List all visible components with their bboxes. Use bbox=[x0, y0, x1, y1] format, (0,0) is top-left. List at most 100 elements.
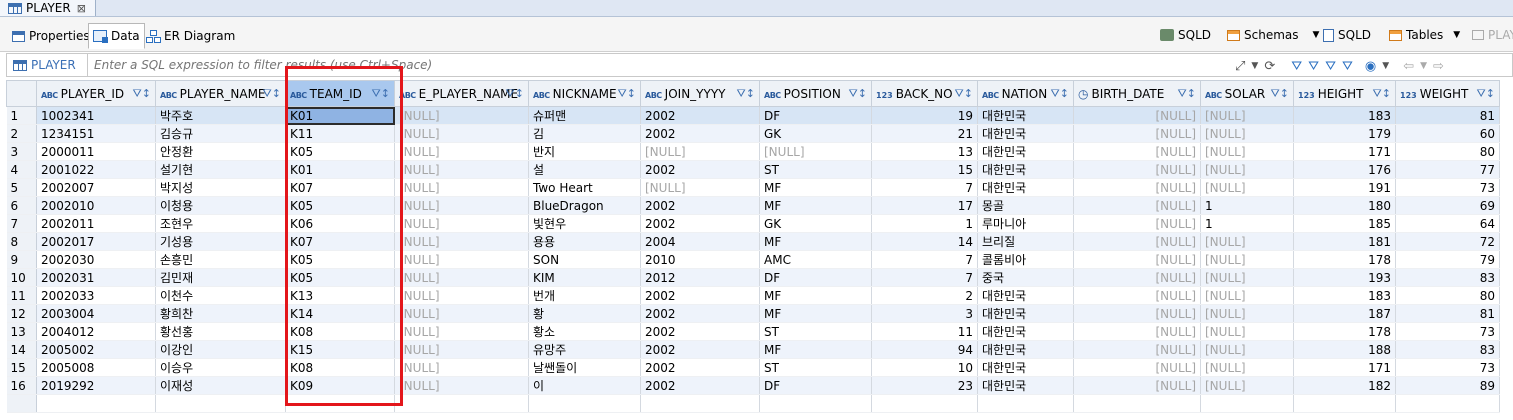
cell-position[interactable]: ST bbox=[759, 322, 872, 341]
cell-join-yyyy[interactable]: 2004 bbox=[640, 232, 760, 251]
cell-weight[interactable]: 81 bbox=[1395, 304, 1500, 323]
cell-player-id[interactable]: 2002031 bbox=[36, 268, 156, 287]
cell-position[interactable]: AMC bbox=[759, 250, 872, 269]
cell-weight[interactable]: 81 bbox=[1395, 106, 1500, 125]
cell-player-name[interactable]: 이천수 bbox=[155, 286, 286, 305]
cell-nickname[interactable]: 빛현우 bbox=[528, 214, 641, 233]
cell-weight[interactable]: 64 bbox=[1395, 214, 1500, 233]
cell-height[interactable]: 178 bbox=[1293, 322, 1396, 341]
cell-nation[interactable]: 대한민국 bbox=[977, 160, 1074, 179]
cell-back-no[interactable]: 7 bbox=[871, 268, 978, 287]
cell-player-id[interactable]: 1002341 bbox=[36, 106, 156, 125]
editor-tab-player[interactable]: PLAYER ⊠ bbox=[0, 0, 96, 16]
row-number[interactable]: 10 bbox=[6, 268, 37, 287]
cell-back-no[interactable]: 10 bbox=[871, 358, 978, 377]
row-number[interactable]: 1 bbox=[6, 106, 37, 125]
cell-player-name[interactable]: 조현우 bbox=[155, 214, 286, 233]
cell-back-no[interactable]: 94 bbox=[871, 340, 978, 359]
sort-filter-icon[interactable]: ⛛↕ bbox=[1477, 87, 1495, 101]
table-row[interactable]: 3 2000011 안정환 K05 [NULL] 반지 [NULL] [NULL] 13 대한민국… bbox=[6, 142, 1500, 161]
cell-solar[interactable]: [NULL] bbox=[1200, 286, 1294, 305]
column-header-position[interactable]: ABC POSITION ⛛↕ bbox=[759, 80, 872, 107]
column-header-weight[interactable]: 123 WEIGHT ⛛↕ bbox=[1395, 80, 1500, 107]
cell-solar[interactable]: [NULL] bbox=[1200, 304, 1294, 323]
row-number[interactable]: 2 bbox=[6, 124, 37, 143]
cell-player-name[interactable]: 황희찬 bbox=[155, 304, 286, 323]
cell-height[interactable]: 181 bbox=[1293, 232, 1396, 251]
cell-solar[interactable]: [NULL] bbox=[1200, 322, 1294, 341]
cell-back-no[interactable]: 1 bbox=[871, 214, 978, 233]
row-number[interactable]: 8 bbox=[6, 232, 37, 251]
history-dropdown-icon[interactable]: ▼ bbox=[1251, 61, 1258, 71]
cell-solar[interactable]: [NULL] bbox=[1200, 178, 1294, 197]
column-header-nation[interactable]: ABC NATION ⛛↕ bbox=[977, 80, 1074, 107]
cell-e-player-name[interactable]: [NULL] bbox=[394, 178, 529, 197]
table-row[interactable]: 6 2002010 이청용 K05 [NULL] BlueDragon 2002 MF 17 몽골… bbox=[6, 196, 1500, 215]
back-icon[interactable]: ⇦ bbox=[1403, 59, 1414, 74]
cell-birth-date[interactable]: [NULL] bbox=[1073, 178, 1201, 197]
cell-player-name[interactable]: 박지성 bbox=[155, 178, 286, 197]
cell-height[interactable]: 171 bbox=[1293, 358, 1396, 377]
close-icon[interactable]: ⊠ bbox=[77, 2, 86, 15]
table-row[interactable]: 4 2001022 설기현 K01 [NULL] 설 2002 ST 15 대한민국 [NULL][… bbox=[6, 160, 1500, 179]
cell-back-no[interactable]: 13 bbox=[871, 142, 978, 161]
cell-nickname[interactable]: KIM bbox=[528, 268, 641, 287]
cell-team-id[interactable]: K08 bbox=[285, 358, 395, 377]
cell-position[interactable]: MF bbox=[759, 304, 872, 323]
cell-back-no[interactable]: 11 bbox=[871, 322, 978, 341]
cell-position[interactable]: MF bbox=[759, 196, 872, 215]
cell-back-no[interactable]: 14 bbox=[871, 232, 978, 251]
cell-player-id[interactable]: 2005008 bbox=[36, 358, 156, 377]
cell-back-no[interactable]: 21 bbox=[871, 124, 978, 143]
cell-weight[interactable]: 60 bbox=[1395, 124, 1500, 143]
cell-solar[interactable]: [NULL] bbox=[1200, 142, 1294, 161]
row-number[interactable]: 3 bbox=[6, 142, 37, 161]
cell-solar[interactable]: [NULL] bbox=[1200, 250, 1294, 269]
cell-solar[interactable]: [NULL] bbox=[1200, 358, 1294, 377]
column-header-player-id[interactable]: ABC PLAYER_ID ⛛↕ bbox=[36, 80, 156, 107]
cell-player-id[interactable]: 2002010 bbox=[36, 196, 156, 215]
cell-birth-date[interactable]: [NULL] bbox=[1073, 196, 1201, 215]
cell-nation[interactable]: 대한민국 bbox=[977, 106, 1074, 125]
cell-nickname[interactable]: 날쌘돌이 bbox=[528, 358, 641, 377]
cell-join-yyyy[interactable]: 2002 bbox=[640, 160, 760, 179]
cell-position[interactable]: GK bbox=[759, 124, 872, 143]
cell-e-player-name[interactable]: [NULL] bbox=[394, 106, 529, 125]
cell-back-no[interactable]: 19 bbox=[871, 106, 978, 125]
cell-join-yyyy[interactable]: 2002 bbox=[640, 106, 760, 125]
cell-player-name[interactable]: 이승우 bbox=[155, 358, 286, 377]
cell-team-id[interactable]: K15 bbox=[285, 340, 395, 359]
refresh-icon[interactable]: ⟳ bbox=[1264, 59, 1275, 74]
cell-position[interactable]: [NULL] bbox=[759, 142, 872, 161]
cell-join-yyyy[interactable]: 2012 bbox=[640, 268, 760, 287]
cell-player-id[interactable]: 2002007 bbox=[36, 178, 156, 197]
cell-weight[interactable]: 73 bbox=[1395, 358, 1500, 377]
sort-filter-icon[interactable]: ⛛↕ bbox=[506, 87, 524, 101]
cell-birth-date[interactable]: [NULL] bbox=[1073, 322, 1201, 341]
cell-e-player-name[interactable]: [NULL] bbox=[394, 142, 529, 161]
cell-team-id[interactable]: K08 bbox=[285, 322, 395, 341]
cell-player-name[interactable]: 기성용 bbox=[155, 232, 286, 251]
cell-height[interactable]: 180 bbox=[1293, 196, 1396, 215]
cell-join-yyyy[interactable]: [NULL] bbox=[640, 178, 760, 197]
cell-player-name[interactable]: 김민재 bbox=[155, 268, 286, 287]
cell-solar[interactable]: 1 bbox=[1200, 214, 1294, 233]
cell-birth-date[interactable]: [NULL] bbox=[1073, 358, 1201, 377]
cell-player-id[interactable]: 2002030 bbox=[36, 250, 156, 269]
cell-position[interactable]: DF bbox=[759, 106, 872, 125]
column-header-e-player-name[interactable]: ABC E_PLAYER_NAME ⛛↕ bbox=[394, 80, 529, 107]
expand-icon[interactable]: ⤢ bbox=[1235, 59, 1245, 74]
cell-nickname[interactable]: BlueDragon bbox=[528, 196, 641, 215]
cell-join-yyyy[interactable]: 2002 bbox=[640, 376, 760, 395]
row-number[interactable]: 11 bbox=[6, 286, 37, 305]
table-row[interactable]: 5 2002007 박지성 K07 [NULL] Two Heart [NULL] MF 7 대한… bbox=[6, 178, 1500, 197]
cell-height[interactable]: 191 bbox=[1293, 178, 1396, 197]
cell-position[interactable]: GK bbox=[759, 214, 872, 233]
cell-player-id[interactable]: 2003004 bbox=[36, 304, 156, 323]
cell-weight[interactable]: 73 bbox=[1395, 178, 1500, 197]
cell-birth-date[interactable]: [NULL] bbox=[1073, 304, 1201, 323]
cell-player-name[interactable]: 이강인 bbox=[155, 340, 286, 359]
cell-nickname[interactable]: 황소 bbox=[528, 322, 641, 341]
sort-filter-icon[interactable]: ⛛↕ bbox=[849, 87, 867, 101]
sort-filter-icon[interactable]: ⛛↕ bbox=[1051, 87, 1069, 101]
